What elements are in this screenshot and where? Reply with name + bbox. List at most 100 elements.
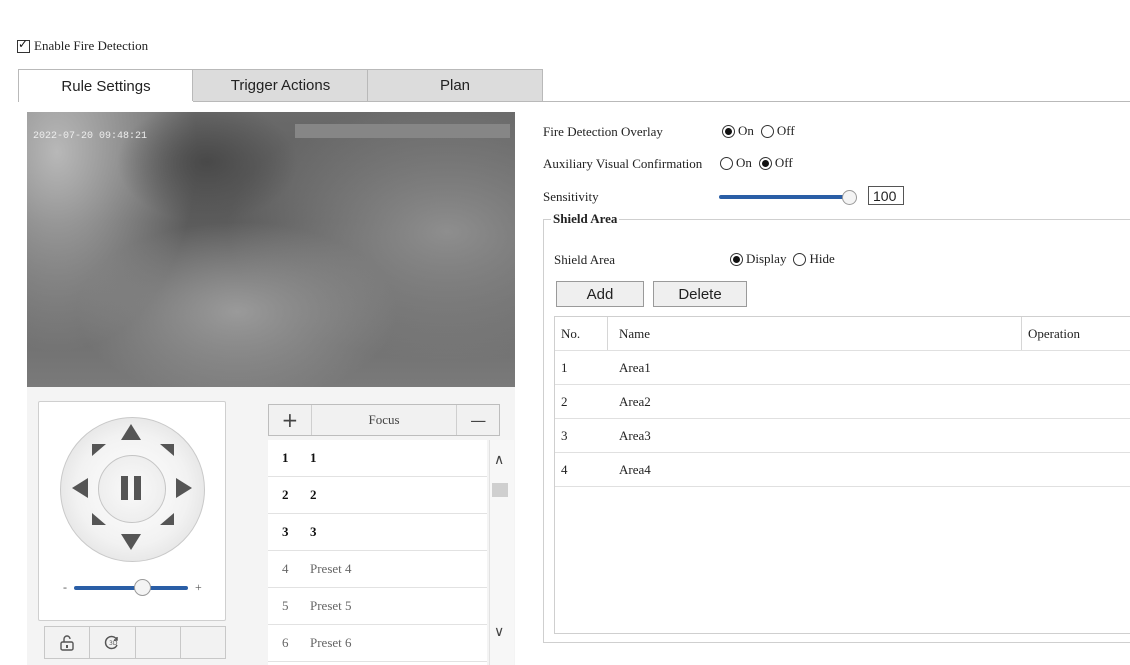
speed-plus-label: +	[195, 580, 202, 594]
speed-minus-label: -	[63, 580, 67, 594]
pan-up-right-arrow-icon[interactable]	[160, 444, 174, 456]
scroll-down-chevron-icon[interactable]: ∨	[494, 624, 504, 640]
enable-fire-detection-label: Enable Fire Detection	[34, 38, 149, 53]
lock-icon	[60, 634, 74, 651]
sensitivity-slider-track[interactable]	[719, 195, 849, 199]
preset-row[interactable]: 11	[268, 440, 487, 477]
pan-up-left-arrow-icon[interactable]	[92, 444, 106, 456]
row-no: 3	[561, 428, 568, 443]
column-header-no: No.	[555, 317, 608, 350]
3d-zoom-icon: 3D	[105, 635, 118, 649]
column-header-name: Name	[619, 326, 651, 341]
overlay-on-label: On	[738, 123, 754, 138]
shield-display-label: Display	[746, 251, 787, 266]
ptz-speed-slider-track[interactable]	[74, 586, 188, 590]
preset-row[interactable]: 33	[268, 514, 487, 551]
tab-trigger-actions[interactable]: Trigger Actions	[192, 69, 369, 101]
focus-plus-icon: +	[281, 408, 299, 432]
shield-display-radio[interactable]	[730, 252, 743, 266]
sensitivity-label: Sensitivity	[543, 189, 599, 204]
overlay-label: Fire Detection Overlay	[543, 124, 663, 139]
aux-on-label: On	[736, 155, 752, 170]
overlay-radio-group: On Off	[722, 123, 795, 139]
tab-trigger-actions-label: Trigger Actions	[230, 77, 331, 94]
table-row[interactable]: 2 Area2	[555, 385, 1130, 419]
focus-minus-button[interactable]: —	[457, 405, 499, 435]
pan-down-right-arrow-icon[interactable]	[160, 513, 174, 525]
row-name: Area4	[619, 462, 651, 477]
shield-hide-radio[interactable]	[793, 252, 807, 266]
table-header-row: No. Name Operation	[555, 317, 1130, 351]
table-row[interactable]: 1 Area1	[555, 351, 1130, 385]
preset-number: 1	[282, 450, 289, 465]
ptz-tool-empty-1[interactable]	[136, 627, 181, 658]
pan-right-arrow-icon[interactable]	[176, 478, 192, 498]
ptz-tool-empty-2[interactable]	[181, 627, 225, 658]
shield-area-table: No. Name Operation 1 Area1 2 Area2 3 Are…	[554, 316, 1130, 634]
pan-up-arrow-icon[interactable]	[121, 424, 141, 440]
preset-name: Preset 4	[310, 561, 352, 576]
shield-area-label: Shield Area	[554, 252, 616, 267]
aux-confirmation-label: Auxiliary Visual Confirmation	[543, 156, 703, 171]
aux-off-radio[interactable]	[758, 156, 772, 170]
tab-plan[interactable]: Plan	[367, 69, 543, 101]
preset-number: 3	[282, 524, 289, 539]
scroll-up-chevron-icon[interactable]: ∧	[494, 452, 504, 468]
aux-radio-group: On Off	[720, 155, 793, 171]
focus-label: Focus	[312, 405, 458, 435]
preset-number: 6	[282, 635, 289, 650]
table-row[interactable]: 3 Area3	[555, 419, 1130, 453]
table-row[interactable]: 4 Area4	[555, 453, 1130, 487]
enable-fire-detection-checkbox[interactable]	[17, 37, 30, 53]
preset-row[interactable]: 4 Preset 4	[268, 551, 487, 588]
video-osd-band	[295, 124, 510, 138]
row-no: 1	[561, 360, 568, 375]
pan-down-arrow-icon[interactable]	[121, 534, 141, 550]
live-video-view[interactable]: 2022-07-20 09:48:21	[27, 112, 515, 387]
video-timestamp: 2022-07-20 09:48:21	[33, 131, 148, 142]
pan-left-arrow-icon[interactable]	[72, 478, 88, 498]
scrollbar-thumb[interactable]	[492, 483, 508, 497]
tab-plan-label: Plan	[439, 77, 471, 94]
tab-rule-settings[interactable]: Rule Settings	[18, 69, 194, 102]
preset-name: 3	[310, 524, 317, 539]
focus-plus-button[interactable]: +	[269, 405, 312, 435]
focus-minus-icon: —	[470, 410, 487, 430]
add-button[interactable]: Add	[556, 281, 644, 307]
aux-off-label: Off	[774, 155, 793, 170]
delete-button[interactable]: Delete	[653, 281, 747, 307]
preset-number: 2	[282, 487, 289, 502]
tab-bar: Rule Settings Trigger Actions Plan	[18, 69, 1130, 102]
aux-on-radio[interactable]	[720, 156, 733, 170]
preset-list: 11 22 33 4 Preset 4 5 Preset 5 6 Preset 6	[268, 440, 487, 665]
preset-name: Preset 6	[310, 635, 352, 650]
ptz-tool-bar: 3D	[44, 626, 226, 659]
preset-row[interactable]: 6 Preset 6	[268, 625, 487, 662]
shield-display-radio-group: Display Hide	[730, 251, 835, 267]
sensitivity-slider-thumb[interactable]	[842, 190, 857, 205]
overlay-on-radio[interactable]	[722, 124, 735, 138]
row-name: Area3	[619, 428, 651, 443]
tab-rule-settings-label: Rule Settings	[61, 77, 151, 95]
preset-row[interactable]: 22	[268, 477, 487, 514]
svg-text:3D: 3D	[109, 640, 118, 647]
sensitivity-input[interactable]: 100	[868, 186, 904, 205]
preset-name: 1	[310, 450, 317, 465]
row-name: Area2	[619, 394, 651, 409]
row-no: 4	[561, 462, 568, 477]
shield-area-legend: Shield Area	[551, 211, 620, 227]
delete-button-label: Delete	[678, 285, 722, 303]
enable-fire-detection[interactable]: Enable Fire Detection	[17, 37, 149, 54]
shield-hide-label: Hide	[809, 251, 835, 266]
pause-icon	[121, 476, 141, 500]
row-no: 2	[561, 394, 568, 409]
add-button-label: Add	[586, 285, 614, 303]
row-name: Area1	[619, 360, 651, 375]
preset-name: 2	[310, 487, 317, 502]
pan-down-left-arrow-icon[interactable]	[92, 513, 106, 525]
overlay-off-label: Off	[776, 123, 795, 138]
preset-row[interactable]: 5 Preset 5	[268, 588, 487, 625]
3d-zoom-button[interactable]: 3D	[90, 627, 136, 658]
overlay-off-radio[interactable]	[760, 124, 774, 138]
lock-button[interactable]	[45, 627, 91, 658]
